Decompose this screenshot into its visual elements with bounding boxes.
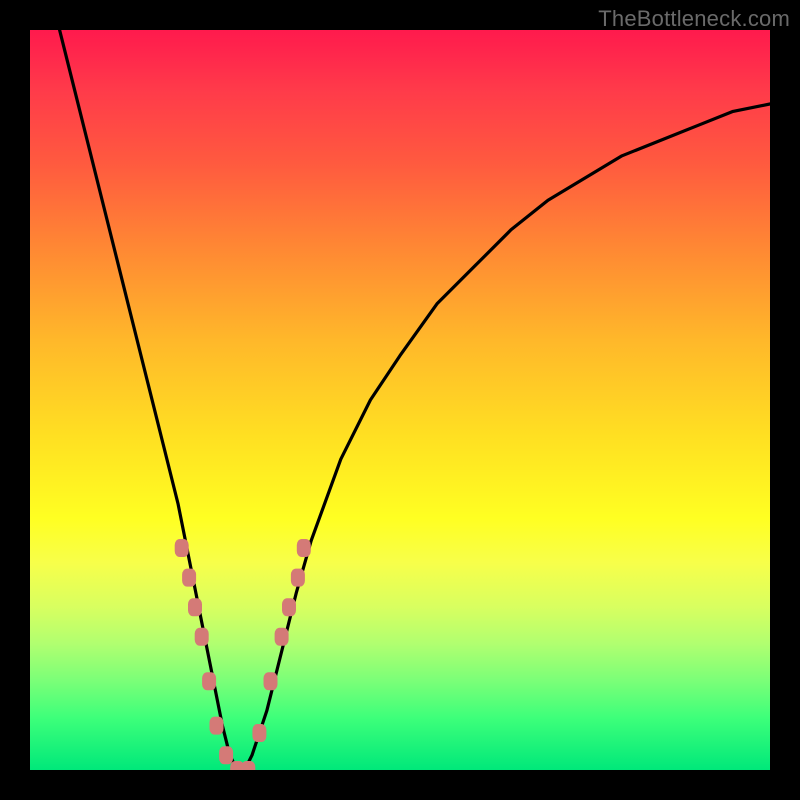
- data-marker: [175, 539, 189, 557]
- plot-area: [30, 30, 770, 770]
- data-marker: [291, 569, 305, 587]
- data-marker: [252, 724, 266, 742]
- data-marker: [182, 569, 196, 587]
- data-marker: [241, 761, 255, 770]
- data-marker: [275, 628, 289, 646]
- data-marker: [297, 539, 311, 557]
- data-marker: [188, 598, 202, 616]
- bottleneck-curve: [60, 30, 770, 770]
- data-marker: [210, 717, 224, 735]
- chart-frame: TheBottleneck.com: [0, 0, 800, 800]
- source-attribution: TheBottleneck.com: [598, 6, 790, 32]
- data-marker: [282, 598, 296, 616]
- data-marker: [219, 746, 233, 764]
- curve-layer: [30, 30, 770, 770]
- data-marker: [264, 672, 278, 690]
- data-marker: [195, 628, 209, 646]
- data-marker: [202, 672, 216, 690]
